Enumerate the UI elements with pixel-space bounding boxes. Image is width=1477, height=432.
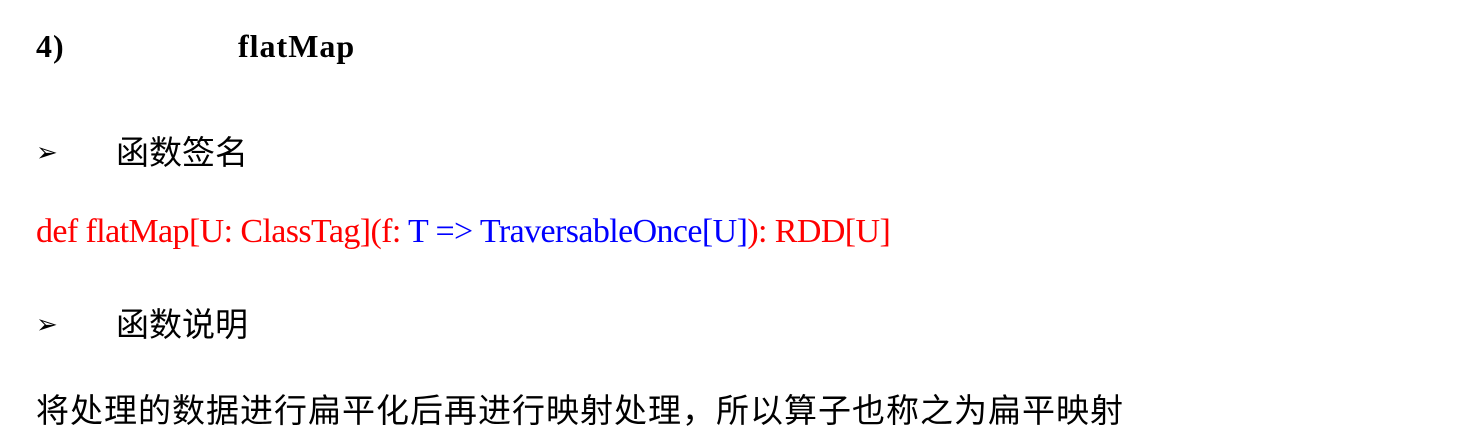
signature-label: 函数签名 xyxy=(116,136,248,172)
description-label: 函数说明 xyxy=(116,308,248,344)
bullet-signature: ➢ 函数签名 xyxy=(36,126,248,174)
arrow-bullet-icon: ➢ xyxy=(36,310,58,339)
signature-param-type: T => TraversableOnce[U] xyxy=(408,213,748,250)
function-signature: def flatMap[U: ClassTag](f: T => Travers… xyxy=(36,213,891,251)
bullet-description: ➢ 函数说明 xyxy=(36,298,248,346)
function-description: 将处理的数据进行扁平化后再进行映射处理，所以算子也称之为扁平映射 xyxy=(36,394,1124,430)
section-number: 4) xyxy=(36,28,65,64)
section-title: flatMap xyxy=(238,28,356,64)
signature-prefix: def flatMap[U: ClassTag](f: xyxy=(36,213,409,250)
section-heading: 4) flatMap xyxy=(36,28,355,65)
signature-suffix: ): RDD[U] xyxy=(747,213,891,250)
arrow-bullet-icon: ➢ xyxy=(36,138,58,167)
